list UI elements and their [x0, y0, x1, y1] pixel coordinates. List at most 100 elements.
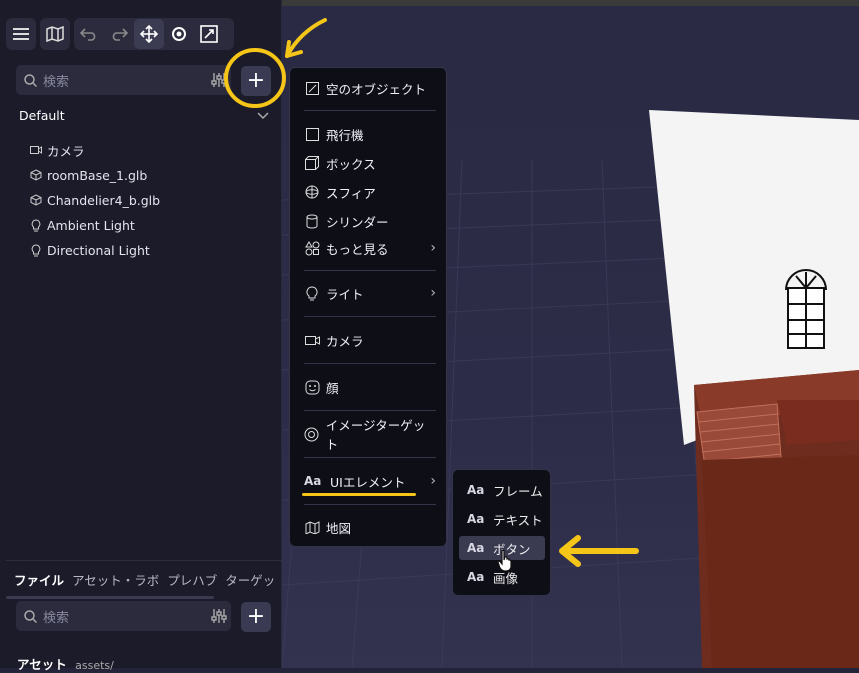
tab-files[interactable]: ファイル: [14, 570, 64, 590]
menu-item-face[interactable]: 顔: [304, 376, 436, 398]
tree-item[interactable]: カメラ: [30, 141, 85, 159]
tree-item[interactable]: Chandelier4_b.glb: [30, 191, 160, 209]
sphere-icon: [305, 185, 319, 199]
camera-icon: [304, 335, 320, 345]
hand-cursor-icon: [497, 549, 512, 572]
search-icon: [24, 609, 37, 623]
cube-icon: [30, 194, 42, 206]
menu-label: UIエレメント: [330, 474, 406, 490]
chevron-right-icon: ›: [430, 285, 436, 301]
left-panel: 検索 + Default カメラ roomBase_1.glb Chandeli…: [0, 0, 327, 672]
target-icon: [304, 427, 319, 441]
menu-item-ui-element[interactable]: Aa UIエレメント ›: [304, 470, 436, 492]
cylinder-icon: [306, 214, 318, 228]
tree-item-label: カメラ: [47, 143, 85, 159]
menu-separator: [304, 110, 436, 111]
menu-item-box[interactable]: ボックス: [304, 152, 436, 174]
text-icon: Aa: [467, 512, 485, 526]
hierarchy-search-input[interactable]: 検索: [16, 65, 231, 95]
menu-item-map[interactable]: 地図: [304, 516, 436, 538]
redo-icon[interactable]: [104, 19, 134, 49]
chevron-down-icon[interactable]: [257, 112, 269, 120]
tree-item-label: Directional Light: [47, 242, 150, 258]
bulb-icon: [31, 218, 41, 231]
tab-targets[interactable]: ターゲッ: [225, 570, 275, 590]
move-icon[interactable]: [134, 19, 164, 49]
menu-item-more[interactable]: もっと見る ›: [304, 237, 436, 259]
cube-icon: [30, 169, 42, 181]
asset-search-input[interactable]: 検索: [16, 601, 231, 631]
plane-icon: [305, 127, 319, 141]
menu-item-cylinder[interactable]: シリンダー: [304, 210, 436, 232]
menu-item-camera[interactable]: カメラ: [304, 329, 436, 351]
undo-icon[interactable]: [74, 19, 104, 49]
text-icon: Aa: [467, 570, 485, 584]
submenu-item-text[interactable]: Aa テキスト: [459, 507, 545, 531]
tree-item-label: Ambient Light: [47, 217, 135, 233]
assets-header: アセット assets/: [17, 654, 114, 673]
submenu-item-frame[interactable]: Aa フレーム: [459, 478, 545, 502]
add-object-menu: 空のオブジェクト 飛行機 ボックス スフィア シリンダー もっと見る › ライト…: [289, 67, 447, 547]
text-icon: Aa: [467, 483, 485, 497]
menu-separator: [304, 457, 436, 458]
menu-label: 飛行機: [326, 127, 364, 143]
transform-toolbar: [74, 18, 234, 50]
menu-separator: [304, 316, 436, 317]
menu-separator: [304, 410, 436, 411]
tab-scrollbar[interactable]: [6, 596, 214, 599]
menu-label: もっと見る: [326, 241, 389, 257]
map-icon: [305, 520, 319, 534]
menu-label: スフィア: [326, 185, 376, 201]
face-icon: [305, 380, 319, 394]
text-icon: Aa: [304, 474, 322, 488]
asset-tabs: ファイル アセット・ラボ プレハブ ターゲッ: [0, 570, 282, 590]
search-icon: [24, 73, 37, 87]
search-placeholder: 検索: [43, 610, 70, 626]
filter-icon[interactable]: [211, 608, 227, 624]
menu-label: ライト: [326, 286, 364, 302]
bulb-icon: [31, 243, 41, 256]
annotation-arrow: [559, 535, 639, 567]
menu-item-image-target[interactable]: イメージターゲット: [304, 418, 436, 452]
tree-item-label: roomBase_1.glb: [47, 167, 148, 183]
menu-separator: [304, 504, 436, 505]
search-placeholder: 検索: [43, 74, 70, 90]
tree-item[interactable]: Ambient Light: [30, 216, 135, 234]
assets-path: assets/: [75, 659, 114, 672]
menu-item-light[interactable]: ライト ›: [304, 282, 436, 304]
menu-button-group: [6, 18, 36, 50]
tab-prefabs[interactable]: プレハブ: [167, 570, 217, 590]
bulb-icon: [306, 285, 318, 300]
camera-icon: [30, 146, 42, 154]
shapes-icon: [304, 240, 319, 255]
menu-icon[interactable]: [6, 19, 36, 49]
menu-item-sphere[interactable]: スフィア: [304, 181, 436, 203]
add-asset-button[interactable]: +: [241, 602, 271, 632]
chevron-right-icon: ›: [430, 240, 436, 256]
map-button-group: [40, 18, 70, 50]
menu-label: 空のオブジェクト: [326, 81, 427, 97]
menu-label: カメラ: [326, 333, 364, 349]
menu-separator: [304, 363, 436, 364]
menu-label: シリンダー: [326, 214, 389, 230]
tree-item[interactable]: roomBase_1.glb: [30, 166, 147, 184]
orbit-icon[interactable]: [164, 19, 194, 49]
tab-asset-lab[interactable]: アセット・ラボ: [72, 570, 159, 590]
ui-element-submenu: Aa フレーム Aa テキスト Aa ボタン Aa 画像: [452, 469, 551, 596]
tree-item[interactable]: Directional Light: [30, 241, 150, 259]
empty-object-icon: [305, 81, 319, 95]
annotation-underline: [302, 493, 416, 496]
submenu-label: フレーム: [493, 483, 543, 499]
menu-item-plane[interactable]: 飛行機: [304, 123, 436, 145]
box-icon: [305, 156, 319, 170]
scene-name[interactable]: Default: [19, 108, 65, 123]
menu-item-empty-object[interactable]: 空のオブジェクト: [304, 77, 436, 99]
panel-divider: [6, 560, 282, 561]
assets-label: アセット: [17, 657, 67, 672]
submenu-label: テキスト: [493, 512, 543, 528]
menu-label: イメージターゲット: [325, 418, 426, 452]
map-icon[interactable]: [40, 19, 70, 49]
menu-label: 顔: [326, 380, 339, 396]
tree-item-label: Chandelier4_b.glb: [47, 192, 161, 208]
menu-separator: [304, 270, 436, 271]
